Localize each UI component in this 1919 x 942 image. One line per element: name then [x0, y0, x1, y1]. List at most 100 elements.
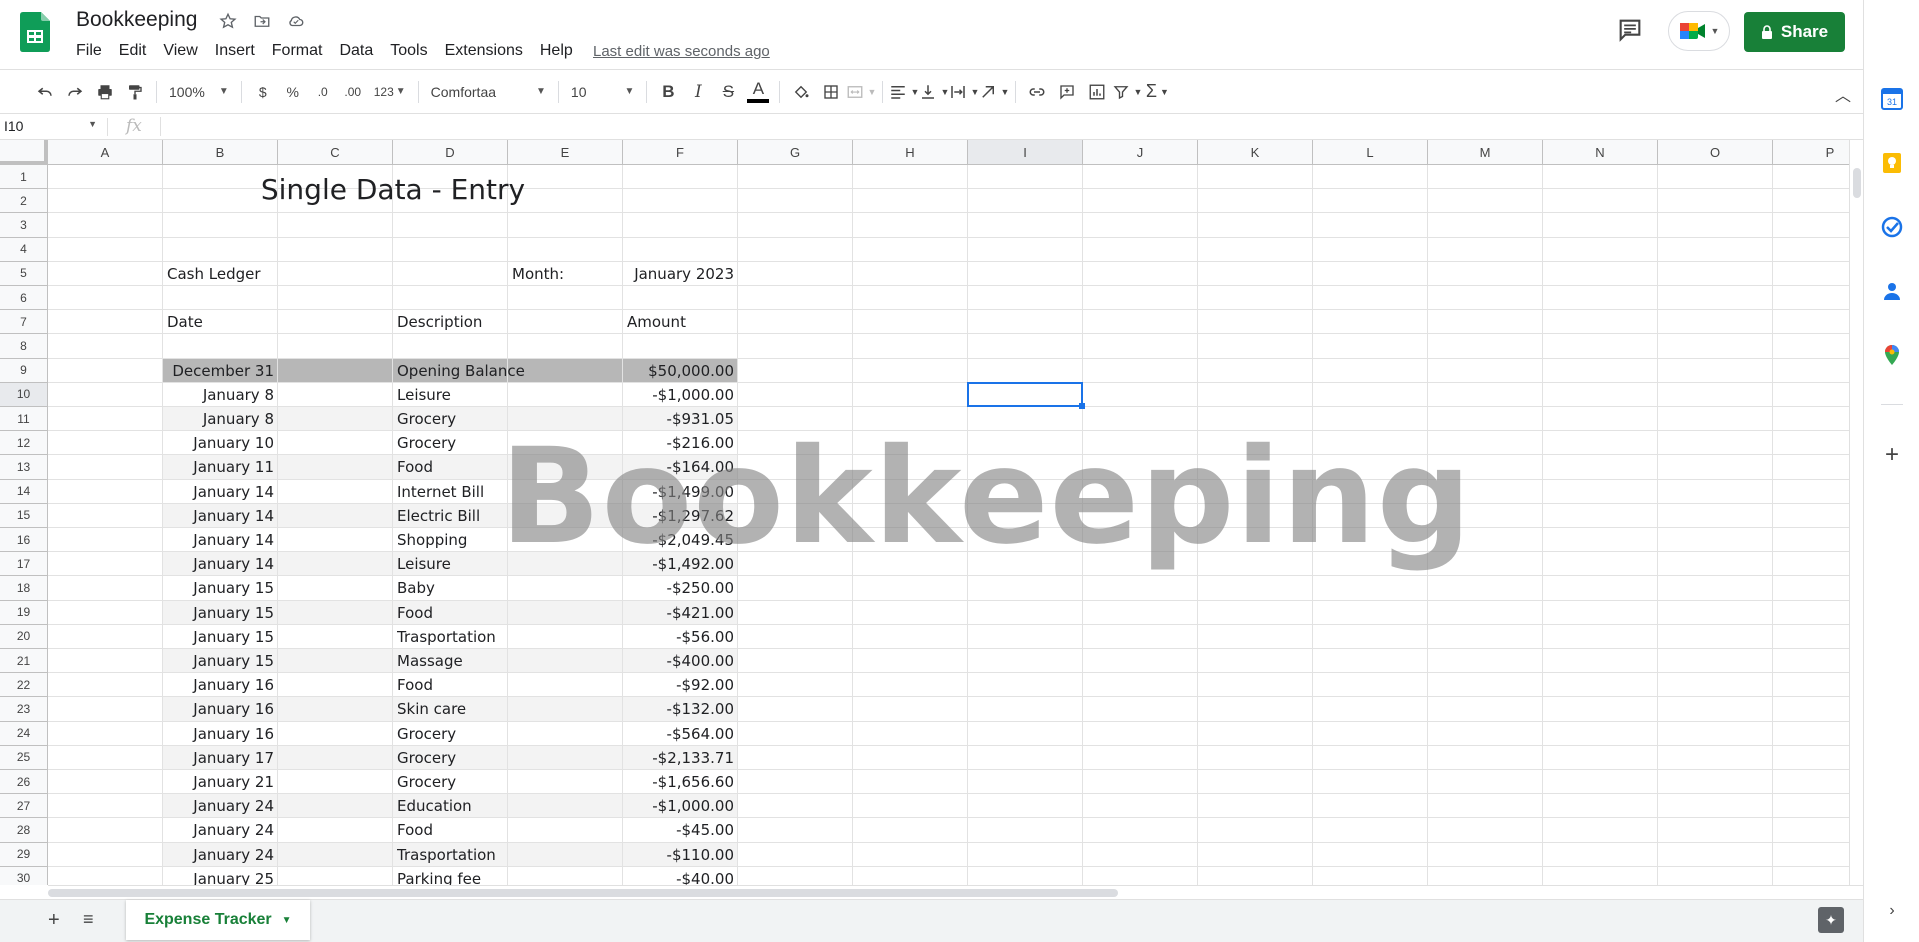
column-header-l[interactable]: L	[1313, 140, 1428, 165]
merge-cells-icon[interactable]: ▼	[846, 77, 876, 107]
row-header-23[interactable]: 23	[0, 697, 48, 722]
entry-amount[interactable]: -$2,049.45	[627, 528, 734, 552]
horizontal-align-icon[interactable]: ▼	[889, 77, 919, 107]
row-header-18[interactable]: 18	[0, 576, 48, 601]
entry-description[interactable]: Parking fee	[397, 867, 619, 885]
month-label[interactable]: Month:	[512, 262, 619, 286]
entry-description[interactable]: Electric Bill	[397, 504, 619, 528]
entry-description[interactable]: Internet Bill	[397, 480, 619, 504]
entry-date[interactable]: January 15	[167, 601, 274, 625]
comment-history-icon[interactable]	[1616, 16, 1644, 44]
entry-description[interactable]: Baby	[397, 576, 619, 600]
entry-date[interactable]: January 16	[167, 722, 274, 746]
print-icon[interactable]	[90, 77, 120, 107]
row-header-6[interactable]: 6	[0, 286, 48, 311]
entry-amount[interactable]: -$2,133.71	[627, 746, 734, 770]
chevron-right-icon[interactable]: ›	[1881, 900, 1903, 922]
column-header-f[interactable]: F	[623, 140, 738, 165]
increase-decimal-button[interactable]: .00	[338, 77, 368, 107]
entry-date[interactable]: January 14	[167, 504, 274, 528]
entry-description[interactable]: Food	[397, 601, 619, 625]
entry-date[interactable]: January 14	[167, 480, 274, 504]
date-header[interactable]: Date	[167, 310, 389, 334]
strikethrough-icon[interactable]: S	[713, 77, 743, 107]
vertical-scroll-thumb[interactable]	[1853, 168, 1861, 198]
insert-comment-icon[interactable]	[1052, 77, 1082, 107]
entry-amount[interactable]: -$1,656.60	[627, 770, 734, 794]
column-header-g[interactable]: G	[738, 140, 853, 165]
bold-icon[interactable]: B	[653, 77, 683, 107]
menu-insert[interactable]: Insert	[215, 40, 264, 62]
tab-expense-tracker[interactable]: Expense Tracker ▼	[126, 900, 310, 940]
row-header-16[interactable]: 16	[0, 528, 48, 553]
sheet-title[interactable]: Single Data - Entry	[163, 165, 623, 213]
insert-chart-icon[interactable]	[1082, 77, 1112, 107]
amount-header[interactable]: Amount	[627, 310, 734, 334]
entry-amount[interactable]: -$400.00	[627, 649, 734, 673]
row-header-1[interactable]: 1	[0, 165, 48, 190]
row-header-19[interactable]: 19	[0, 600, 48, 625]
column-header-n[interactable]: N	[1543, 140, 1658, 165]
row-header-5[interactable]: 5	[0, 261, 48, 286]
row-header-28[interactable]: 28	[0, 818, 48, 843]
entry-amount[interactable]: -$56.00	[627, 625, 734, 649]
row-header-8[interactable]: 8	[0, 334, 48, 359]
all-sheets-icon[interactable]: ≡	[83, 909, 94, 930]
entry-amount[interactable]: -$40.00	[627, 867, 734, 885]
row-header-2[interactable]: 2	[0, 189, 48, 214]
row-header-11[interactable]: 11	[0, 407, 48, 432]
add-icon[interactable]: +	[1881, 441, 1903, 468]
row-header-29[interactable]: 29	[0, 842, 48, 867]
description-header[interactable]: Description	[397, 310, 619, 334]
italic-icon[interactable]: I	[683, 77, 713, 107]
entry-date[interactable]: January 8	[167, 383, 274, 407]
calendar-icon[interactable]: 31	[1881, 88, 1903, 110]
menu-format[interactable]: Format	[272, 40, 332, 62]
maps-icon[interactable]	[1881, 344, 1903, 366]
row-header-25[interactable]: 25	[0, 745, 48, 770]
entry-description[interactable]: Leisure	[397, 552, 619, 576]
entry-amount[interactable]: -$216.00	[627, 431, 734, 455]
menu-view[interactable]: View	[163, 40, 206, 62]
explore-icon[interactable]: ✦	[1818, 907, 1844, 933]
entry-date[interactable]: January 14	[167, 552, 274, 576]
entry-amount[interactable]: -$45.00	[627, 818, 734, 842]
entry-date[interactable]: January 14	[167, 528, 274, 552]
entry-description[interactable]: Food	[397, 818, 619, 842]
column-header-c[interactable]: C	[278, 140, 393, 165]
entry-amount[interactable]: -$1,000.00	[627, 794, 734, 818]
row-header-24[interactable]: 24	[0, 721, 48, 746]
entry-date[interactable]: January 10	[167, 431, 274, 455]
row-header-15[interactable]: 15	[0, 503, 48, 528]
spreadsheet-grid[interactable]: A B C D E F G H I J K L M N O P 1 2 3 4 5 6 7 8 9 10 11 12 13 14 15 16 1…	[0, 140, 1849, 885]
entry-amount[interactable]: -$1,492.00	[627, 552, 734, 576]
tasks-icon[interactable]	[1881, 216, 1903, 238]
filter-icon[interactable]: ▼	[1112, 77, 1142, 107]
name-box[interactable]: I10 ▼	[4, 118, 108, 136]
keep-icon[interactable]	[1881, 152, 1903, 174]
entry-date[interactable]: January 25	[167, 867, 274, 885]
entry-description[interactable]: Leisure	[397, 383, 619, 407]
menu-extensions[interactable]: Extensions	[445, 40, 532, 62]
entry-amount[interactable]: -$1,499.00	[627, 480, 734, 504]
horizontal-scrollbar[interactable]	[48, 885, 1863, 899]
row-header-20[interactable]: 20	[0, 624, 48, 649]
opening-date[interactable]: December 31	[167, 359, 274, 383]
paint-format-icon[interactable]	[120, 77, 150, 107]
horizontal-scroll-thumb[interactable]	[48, 889, 1118, 897]
entry-date[interactable]: January 24	[167, 794, 274, 818]
undo-icon[interactable]	[30, 77, 60, 107]
row-header-10[interactable]: 10	[0, 382, 48, 407]
column-header-e[interactable]: E	[508, 140, 623, 165]
entry-description[interactable]: Skin care	[397, 697, 619, 721]
column-header-h[interactable]: H	[853, 140, 968, 165]
entry-amount[interactable]: -$1,297.62	[627, 504, 734, 528]
row-header-21[interactable]: 21	[0, 649, 48, 674]
menu-help[interactable]: Help	[540, 40, 582, 62]
entry-amount[interactable]: -$564.00	[627, 722, 734, 746]
column-header-i[interactable]: I	[968, 140, 1083, 165]
row-header-22[interactable]: 22	[0, 673, 48, 698]
row-header-13[interactable]: 13	[0, 455, 48, 480]
entry-date[interactable]: January 16	[167, 697, 274, 721]
vertical-scrollbar[interactable]	[1849, 140, 1863, 885]
